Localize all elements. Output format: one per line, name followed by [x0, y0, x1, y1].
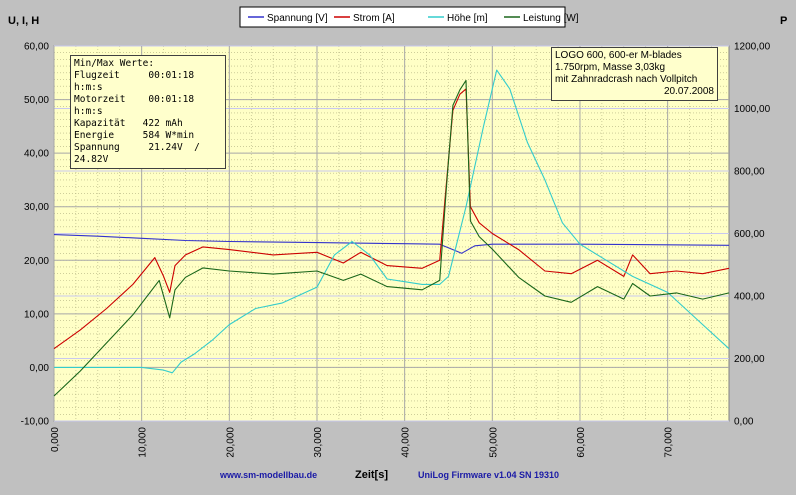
stats-line: Spannung 21.24V /: [74, 142, 200, 153]
stats-line: Min/Max Werte:: [74, 58, 155, 69]
legend-label: Strom [A]: [353, 13, 395, 24]
stats-line: h:m:s: [74, 82, 103, 93]
footer-website: www.sm-modellbau.de: [219, 470, 317, 480]
y-right-tick-label: 600,00: [734, 229, 765, 240]
chart-window: -10,00 0,00 10,00 20,00 30,00 40,00 50,00 60,00…: [0, 0, 796, 495]
x-tick-label: 20,000: [225, 427, 236, 458]
y-right-tick-label: 400,00: [734, 292, 765, 303]
stats-line: h:m:s: [74, 106, 103, 117]
legend-label: Leistung [W]: [523, 13, 579, 24]
y-left-tick-label: 60,00: [24, 42, 49, 53]
legend-label: Höhe [m]: [447, 13, 488, 24]
x-tick-label: 0,000: [50, 427, 61, 452]
y-right-tick-label: 200,00: [734, 354, 765, 365]
x-tick-label: 30,000: [313, 427, 324, 458]
legend: Spannung [V] Strom [A] Höhe [m] Leistung [W…: [239, 6, 579, 28]
stats-line: Motorzeit 00:01:18: [74, 94, 195, 105]
y-left-tick-label: 40,00: [24, 149, 49, 160]
x-tick-label: 50,000: [488, 427, 499, 458]
note-line: 1.750rpm, Masse 3,03kg: [555, 62, 666, 73]
x-tick-label: 10,000: [138, 427, 149, 458]
x-tick-label: 70,000: [664, 427, 675, 458]
y-left-tick-label: 0,00: [30, 363, 50, 374]
y-left-tick-label: -10,00: [21, 417, 50, 428]
footer-firmware: UniLog Firmware v1.04 SN 19310: [418, 470, 559, 480]
y-axis-left-label: U, I, H: [8, 15, 39, 27]
y-axis-right-label: P: [780, 15, 787, 27]
x-tick-label: 40,000: [401, 427, 412, 458]
note-line: 20.07.2008: [663, 86, 714, 97]
stats-line: Energie 584 W*min: [74, 130, 195, 141]
note-box: LOGO 600, 600-er M-blades 1.750rpm, Mass…: [551, 47, 718, 101]
note-line: LOGO 600, 600-er M-blades: [555, 50, 682, 61]
y-right-tick-label: 800,00: [734, 167, 765, 178]
stats-line: Flugzeit 00:01:18: [74, 70, 195, 81]
y-right-tick-label: 1000,00: [734, 104, 771, 115]
stats-box: Min/Max Werte: Flugzeit 00:01:18 h:m:s M…: [70, 55, 226, 169]
stats-line: 24.82V: [74, 154, 109, 165]
legend-label: Spannung [V]: [267, 13, 328, 24]
y-left-tick-label: 30,00: [24, 202, 49, 213]
y-left-tick-label: 20,00: [24, 256, 49, 267]
y-left-tick-label: 10,00: [24, 309, 49, 320]
x-tick-label: 60,000: [576, 427, 587, 458]
y-right-tick-label: 1200,00: [734, 42, 771, 53]
note-line: mit Zahnradcrash nach Vollpitch: [555, 74, 698, 85]
y-left-tick-label: 50,00: [24, 95, 49, 106]
x-axis-label: Zeit[s]: [355, 469, 388, 481]
stats-line: Kapazität 422 mAh: [74, 118, 183, 129]
y-right-tick-label: 0,00: [734, 417, 754, 428]
